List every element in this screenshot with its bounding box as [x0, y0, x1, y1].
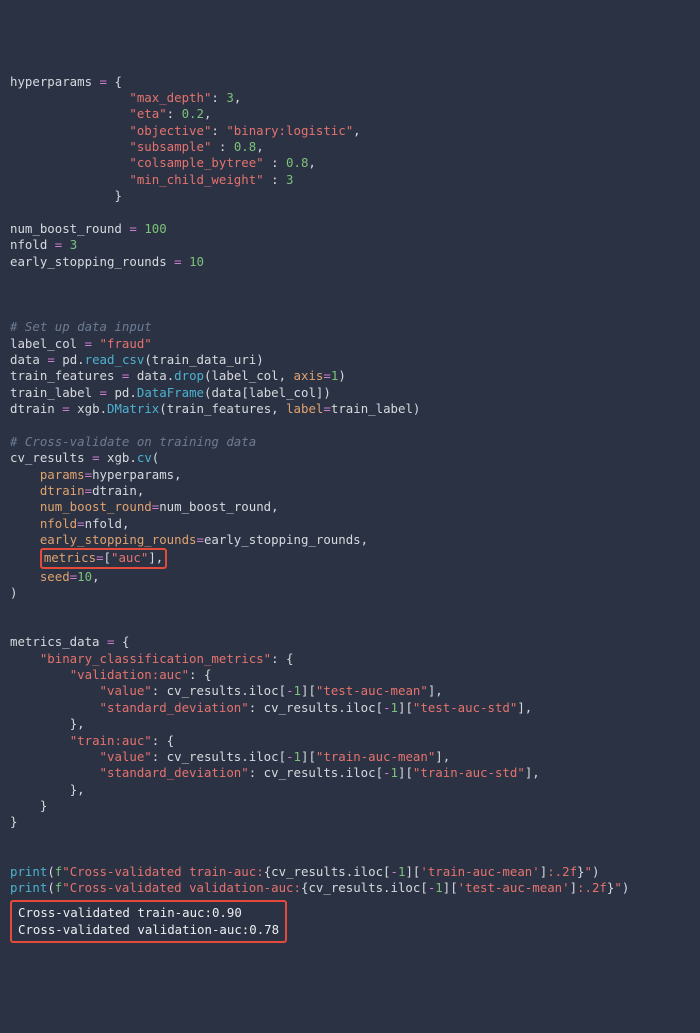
- var: hyperparams: [10, 74, 92, 89]
- output-line: Cross-validated train-auc:0.90: [18, 905, 242, 920]
- comment: # Set up data input: [10, 319, 152, 334]
- highlight-metrics: metrics=["auc"],: [40, 548, 167, 568]
- highlight-output: Cross-validated train-auc:0.90 Cross-val…: [10, 900, 287, 943]
- print-call: print: [10, 880, 47, 895]
- print-call: print: [10, 864, 47, 879]
- index: 1: [294, 683, 301, 698]
- var: early_stopping_rounds: [10, 254, 167, 269]
- var: nfold: [10, 237, 47, 252]
- var: num_boost_round: [10, 221, 122, 236]
- code-block[interactable]: hyperparams = { "max_depth": 3, "eta": 0…: [10, 74, 690, 944]
- comment: # Cross-validate on training data: [10, 434, 256, 449]
